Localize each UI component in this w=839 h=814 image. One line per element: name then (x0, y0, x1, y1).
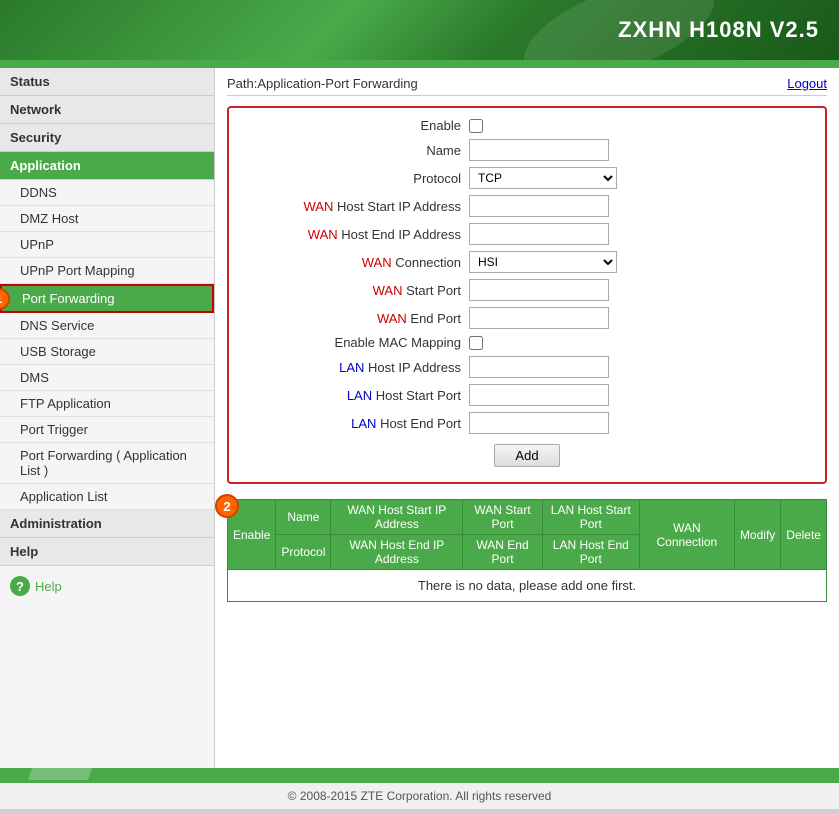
form-row-lan-end-port: LAN Host End Port (249, 412, 805, 434)
sidebar-item-upnp-port-mapping[interactable]: UPnP Port Mapping (0, 258, 214, 284)
main-layout: Status Network Security Application DDNS… (0, 68, 839, 768)
sidebar-item-port-forwarding[interactable]: Port Forwarding (0, 284, 214, 313)
name-input[interactable] (469, 139, 609, 161)
sidebar-item-dmzhost[interactable]: DMZ Host (0, 206, 214, 232)
form-row-wan-end-port: WAN End Port (249, 307, 805, 329)
th-protocol: Protocol (276, 535, 331, 570)
sidebar-item-usb-storage[interactable]: USB Storage (0, 339, 214, 365)
form-row-enable: Enable (249, 118, 805, 133)
th-wan-start-port: WAN Start Port (463, 500, 543, 535)
sidebar-item-upnp[interactable]: UPnP (0, 232, 214, 258)
th-wan-connection: WAN Connection (639, 500, 734, 570)
form-row-lan-start-port: LAN Host Start Port (249, 384, 805, 406)
form-row-wan-start-ip: WAN Host Start IP Address (249, 195, 805, 217)
wan-host-end-ip-input[interactable] (469, 223, 609, 245)
sidebar-item-port-trigger[interactable]: Port Trigger (0, 417, 214, 443)
protocol-label: Protocol (249, 171, 469, 186)
sidebar-item-wrapper-port-forwarding: 1 Port Forwarding (0, 284, 214, 313)
lan-host-ip-label: LAN Host IP Address (249, 360, 469, 375)
enable-label: Enable (249, 118, 469, 133)
header: ZXHN H108N V2.5 (0, 0, 839, 60)
sidebar-section-status[interactable]: Status (0, 68, 214, 96)
th-name: Name (276, 500, 331, 535)
sidebar-section-network[interactable]: Network (0, 96, 214, 124)
wan-start-port-label: WAN Start Port (249, 283, 469, 298)
sidebar: Status Network Security Application DDNS… (0, 68, 215, 768)
th-lan-host-end-port: LAN Host End Port (542, 535, 639, 570)
table-section: 2 Enable Name WAN Host Start IP Address … (227, 499, 827, 602)
mac-mapping-checkbox[interactable] (469, 336, 483, 350)
form-row-lan-ip: LAN Host IP Address (249, 356, 805, 378)
sidebar-section-administration[interactable]: Administration (0, 510, 214, 538)
no-data-cell: There is no data, please add one first. (228, 570, 827, 602)
wan-start-port-input[interactable] (469, 279, 609, 301)
th-modify: Modify (734, 500, 780, 570)
lan-host-start-port-input[interactable] (469, 384, 609, 406)
logout-link[interactable]: Logout (787, 76, 827, 91)
help-item[interactable]: ? Help (0, 566, 214, 606)
footer: © 2008-2015 ZTE Corporation. All rights … (0, 780, 839, 809)
wan-host-end-label: WAN Host End IP Address (249, 227, 469, 242)
help-icon: ? (10, 576, 30, 596)
badge-2: 2 (215, 494, 239, 518)
wan-host-start-label: WAN Host Start IP Address (249, 199, 469, 214)
copyright-text: © 2008-2015 ZTE Corporation. All rights … (288, 789, 552, 803)
lan-host-end-port-input[interactable] (469, 412, 609, 434)
form-row-wan-connection: WAN Connection HSI VOIP IPTV (249, 251, 805, 273)
enable-mac-label: Enable MAC Mapping (249, 335, 469, 350)
sidebar-item-application-list[interactable]: Application List (0, 484, 214, 510)
form-row-protocol: Protocol TCP UDP TCP/UDP (249, 167, 805, 189)
name-label: Name (249, 143, 469, 158)
breadcrumb: Path:Application-Port Forwarding (227, 76, 418, 91)
lan-host-ip-input[interactable] (469, 356, 609, 378)
wan-end-port-label: WAN End Port (249, 311, 469, 326)
sidebar-item-ftp-application[interactable]: FTP Application (0, 391, 214, 417)
sidebar-item-ddns[interactable]: DDNS (0, 180, 214, 206)
app-title: ZXHN H108N V2.5 (618, 17, 819, 43)
sidebar-item-dms[interactable]: DMS (0, 365, 214, 391)
th-wan-host-start: WAN Host Start IP Address (331, 500, 463, 535)
help-label: Help (35, 579, 62, 594)
form-row-name: Name (249, 139, 805, 161)
sidebar-item-port-forwarding-app-list[interactable]: Port Forwarding ( Application List ) (0, 443, 214, 484)
add-button[interactable]: Add (494, 444, 559, 467)
wan-connection-select[interactable]: HSI VOIP IPTV (469, 251, 617, 273)
sidebar-section-security[interactable]: Security (0, 124, 214, 152)
sidebar-item-dns-service[interactable]: DNS Service (0, 313, 214, 339)
form-box: Enable Name Protocol TCP UDP TCP/UDP (227, 106, 827, 484)
no-data-row: There is no data, please add one first. (228, 570, 827, 602)
form-row-wan-start-port: WAN Start Port (249, 279, 805, 301)
header-green-bar (0, 60, 839, 68)
lan-host-start-port-label: LAN Host Start Port (249, 388, 469, 403)
th-lan-host-start-port: LAN Host Start Port (542, 500, 639, 535)
data-table: Enable Name WAN Host Start IP Address WA… (227, 499, 827, 602)
footer-green-bar (0, 768, 839, 780)
wan-connection-label: WAN Connection (249, 255, 469, 270)
th-delete: Delete (781, 500, 827, 570)
th-wan-end-port: WAN End Port (463, 535, 543, 570)
wan-host-start-ip-input[interactable] (469, 195, 609, 217)
sidebar-section-help[interactable]: Help (0, 538, 214, 566)
sidebar-section-application[interactable]: Application (0, 152, 214, 180)
path-bar: Path:Application-Port Forwarding Logout (227, 76, 827, 96)
th-wan-host-end: WAN Host End IP Address (331, 535, 463, 570)
protocol-select[interactable]: TCP UDP TCP/UDP (469, 167, 617, 189)
content-area: Path:Application-Port Forwarding Logout … (215, 68, 839, 768)
enable-checkbox[interactable] (469, 119, 483, 133)
form-row-mac-mapping: Enable MAC Mapping (249, 335, 805, 350)
form-row-wan-end-ip: WAN Host End IP Address (249, 223, 805, 245)
wan-end-port-input[interactable] (469, 307, 609, 329)
lan-host-end-port-label: LAN Host End Port (249, 416, 469, 431)
